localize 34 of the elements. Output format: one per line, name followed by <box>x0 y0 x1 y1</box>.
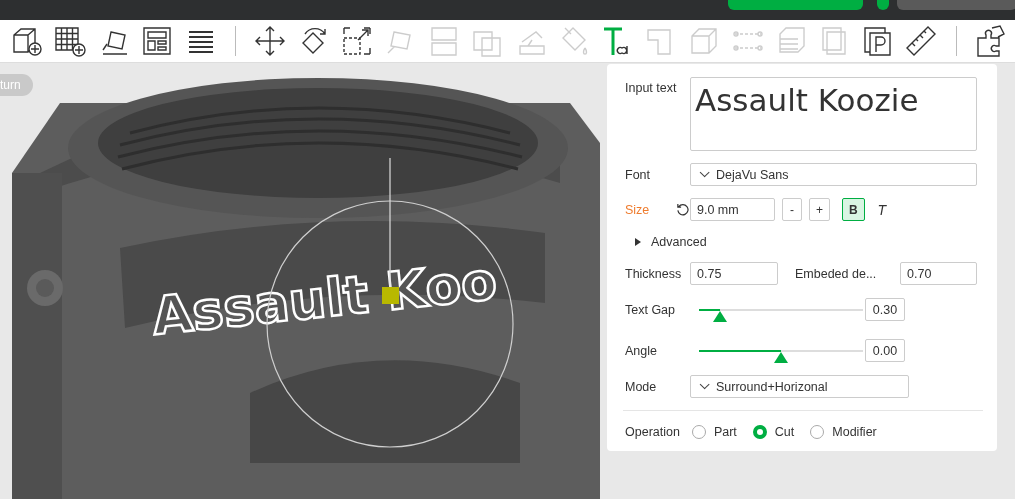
decrease-button[interactable]: - <box>782 198 802 221</box>
increase-button[interactable]: + <box>809 198 830 221</box>
field-label: Operation <box>625 425 680 439</box>
angle-input-field[interactable]: 0.00 <box>865 339 905 362</box>
option-label[interactable]: Modifier <box>832 425 877 439</box>
italic-button[interactable]: T <box>871 198 892 221</box>
embossed-model-text: Assault Koo <box>149 250 500 347</box>
field-label: Thickness <box>625 266 682 281</box>
option-label[interactable]: Part <box>713 425 737 439</box>
dropdown-value: DejaVu Sans <box>716 167 789 182</box>
radio-button[interactable] <box>752 425 767 439</box>
field-label: Size <box>625 202 650 217</box>
thickness-input-field[interactable]: 0.75 <box>690 262 778 285</box>
field-label: Input text <box>625 81 677 95</box>
bold-button[interactable]: B <box>842 198 865 221</box>
field-label: Embeded de... <box>794 266 878 281</box>
advanced-toggle[interactable]: Advanced <box>651 235 707 249</box>
reset-icon[interactable] <box>676 203 689 216</box>
plate-button[interactable] <box>877 0 889 10</box>
text-gap-input-field[interactable]: 0.30 <box>865 298 905 321</box>
option-label[interactable]: Cut <box>774 425 795 439</box>
field-label: Angle <box>625 343 657 358</box>
embedded-depth-input-field[interactable]: 0.70 <box>900 262 977 285</box>
field-label: Text Gap <box>625 302 676 317</box>
mode-dropdown[interactable]: Surround+Horizonal <box>690 375 909 398</box>
dropdown-value: Surround+Horizonal <box>716 379 828 394</box>
size-input-field[interactable]: 9.0 mm <box>690 198 775 221</box>
puzzle-icon[interactable] <box>974 24 1008 58</box>
text-input-field[interactable]: Assault Koozie <box>690 77 977 151</box>
grid-plus-icon[interactable] <box>53 24 88 58</box>
expand-arrow-icon[interactable] <box>635 238 641 246</box>
field-label: Font <box>625 167 650 182</box>
field-label: Mode <box>625 379 657 394</box>
font-dropdown[interactable]: DejaVu Sans <box>690 163 977 186</box>
